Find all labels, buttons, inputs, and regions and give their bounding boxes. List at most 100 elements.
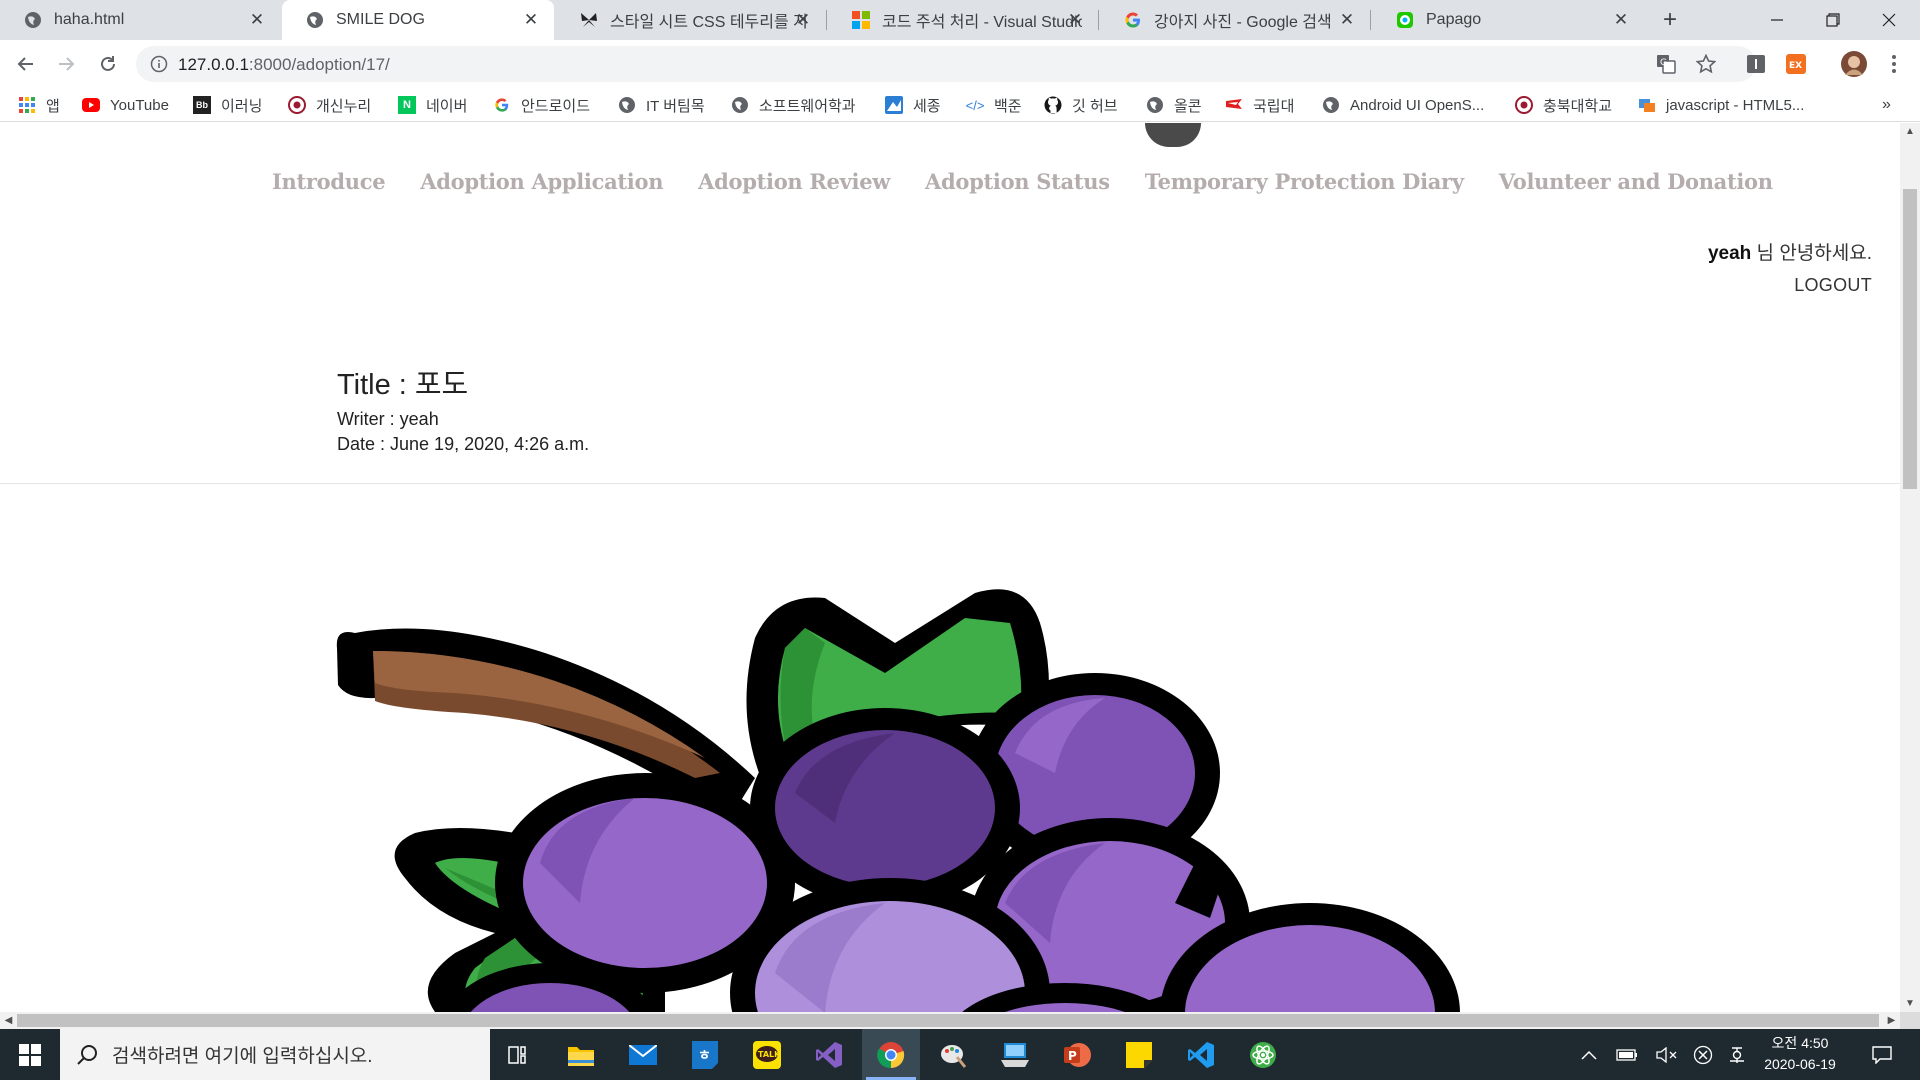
logout-link[interactable]: LOGOUT	[1794, 275, 1872, 296]
windows-start-button[interactable]	[0, 1029, 60, 1080]
close-icon[interactable]: ✕	[1066, 11, 1084, 29]
hancom-icon[interactable]: ㅎ	[676, 1029, 734, 1080]
battery-icon[interactable]	[1612, 1029, 1642, 1080]
extension-ex-icon[interactable]: EX	[1784, 52, 1808, 76]
nav-temporary-protection-diary[interactable]: Temporary Protection Diary	[1145, 169, 1464, 194]
bookmark-national-univ[interactable]: 국립대	[1225, 88, 1294, 122]
bookmark-javascript[interactable]: javascript - HTML5...	[1638, 88, 1804, 122]
bookmark-elearning[interactable]: Bb 이러닝	[193, 88, 262, 122]
bookmark-android-ui[interactable]: Android UI OpenS...	[1322, 88, 1484, 122]
bookmark-naver[interactable]: N 네이버	[398, 88, 467, 122]
star-bookmark-icon[interactable]	[1692, 50, 1720, 78]
new-tab-button[interactable]: +	[1656, 6, 1684, 34]
reload-button[interactable]	[94, 50, 122, 78]
grapes-illustration	[336, 589, 1460, 1012]
bookmark-baekjoon[interactable]: </> 백준	[966, 88, 1022, 122]
microsoft-icon	[852, 11, 870, 29]
tab-visual-studio[interactable]: 코드 주석 처리 - Visual Studio ✕	[828, 0, 1098, 40]
scroll-left-arrow-icon[interactable]: ◀	[0, 1012, 17, 1029]
kakaotalk-icon[interactable]: TALK	[738, 1029, 796, 1080]
bookmark-youtube[interactable]: YouTube	[82, 88, 169, 122]
site-logo[interactable]	[1145, 123, 1201, 147]
nav-adoption-review[interactable]: Adoption Review	[698, 169, 890, 194]
nav-adoption-status[interactable]: Adoption Status	[925, 169, 1110, 194]
visual-studio-icon[interactable]	[800, 1029, 858, 1080]
vscode-icon[interactable]	[1172, 1029, 1230, 1080]
sticky-notes-icon[interactable]	[1110, 1029, 1168, 1080]
atom-icon[interactable]	[1234, 1029, 1292, 1080]
network-error-icon[interactable]	[1688, 1029, 1718, 1080]
forward-button[interactable]	[52, 50, 80, 78]
close-window-button[interactable]	[1862, 0, 1916, 40]
nav-adoption-application[interactable]: Adoption Application	[420, 169, 663, 194]
bookmark-allcon[interactable]: 올콘	[1146, 88, 1202, 122]
horizontal-scrollbar[interactable]: ◀ ▶	[0, 1012, 1900, 1029]
remote-desktop-icon[interactable]	[986, 1029, 1044, 1080]
bookmark-chungbuk[interactable]: 충북대학교	[1515, 88, 1612, 122]
info-icon[interactable]	[150, 55, 168, 73]
bookmark-it[interactable]: IT 버팀목	[618, 88, 705, 122]
back-button[interactable]	[12, 50, 40, 78]
globe-icon	[306, 11, 324, 29]
scroll-up-arrow-icon[interactable]: ▲	[1900, 123, 1920, 140]
close-icon[interactable]: ✕	[1338, 11, 1356, 29]
paint-icon[interactable]	[924, 1029, 982, 1080]
globe-icon	[731, 96, 749, 114]
bookmark-apps[interactable]: 앱	[18, 88, 60, 122]
post-writer: Writer : yeah	[337, 409, 439, 429]
tab-css-border[interactable]: 스타일 시트 CSS 테두리를 지 ✕	[556, 0, 826, 40]
nav-volunteer-donation[interactable]: Volunteer and Donation	[1499, 169, 1773, 194]
tab-google-search[interactable]: 강아지 사진 - Google 검색 ✕	[1100, 0, 1370, 40]
vertical-scroll-thumb[interactable]	[1903, 189, 1917, 489]
svg-text:EX: EX	[1789, 61, 1802, 71]
bookmark-github[interactable]: 깃 허브	[1044, 88, 1118, 122]
extension-i-icon[interactable]	[1744, 52, 1768, 76]
ime-korean-icon[interactable]	[1722, 1029, 1752, 1080]
powerpoint-icon[interactable]: P	[1048, 1029, 1106, 1080]
page-viewport: Introduce Adoption Application Adoption …	[0, 123, 1900, 1012]
chrome-menu-icon[interactable]	[1882, 52, 1906, 76]
horizontal-scroll-thumb[interactable]	[17, 1014, 1879, 1027]
translate-icon[interactable]: G	[1652, 50, 1680, 78]
taskbar-search-box[interactable]: 검색하려면 여기에 입력하십시오.	[60, 1029, 490, 1080]
task-view-icon[interactable]	[490, 1029, 548, 1080]
profile-avatar[interactable]	[1840, 50, 1868, 78]
tab-separator	[1370, 10, 1371, 30]
bookmark-gaesin-nuri[interactable]: 개신누리	[288, 88, 371, 122]
user-greeting: yeah 님 안녕하세요.	[1707, 243, 1872, 264]
code-icon: </>	[965, 97, 985, 113]
minimize-button[interactable]	[1750, 0, 1804, 40]
restore-button[interactable]	[1806, 0, 1860, 40]
tab-papago[interactable]: Papago ✕	[1372, 0, 1644, 40]
tab-haha[interactable]: haha.html ✕	[0, 0, 280, 40]
tab-smile-dog[interactable]: SMILE DOG ✕	[282, 0, 554, 40]
taskbar-clock[interactable]: 오전 4:50 2020-06-19	[1752, 1033, 1848, 1075]
bs-icon: Bb	[193, 96, 211, 114]
close-icon[interactable]: ✕	[1612, 11, 1630, 29]
close-icon[interactable]: ✕	[248, 11, 266, 29]
main-nav: Introduce Adoption Application Adoption …	[272, 169, 1773, 194]
apps-grid-icon	[18, 96, 36, 114]
search-icon	[74, 1042, 100, 1068]
mail-icon[interactable]	[614, 1029, 672, 1080]
bookmark-android[interactable]: 안드로이드	[493, 88, 590, 122]
scrollbar-corner	[1900, 1012, 1920, 1029]
nav-introduce[interactable]: Introduce	[272, 169, 386, 194]
svg-text:G: G	[1660, 58, 1667, 68]
svg-text:ㅎ: ㅎ	[698, 1048, 711, 1064]
vertical-scrollbar[interactable]: ▲ ▼	[1900, 123, 1920, 1012]
bookmark-software[interactable]: 소프트웨어학과	[731, 88, 856, 122]
scroll-right-arrow-icon[interactable]: ▶	[1883, 1012, 1900, 1029]
close-icon[interactable]: ✕	[794, 11, 812, 29]
notification-center-icon[interactable]	[1862, 1029, 1902, 1080]
file-explorer-icon[interactable]	[552, 1029, 610, 1080]
volume-muted-icon[interactable]	[1652, 1029, 1682, 1080]
address-bar[interactable]: 127.0.0.1:8000/adoption/17/	[136, 46, 1756, 82]
chrome-icon[interactable]	[862, 1029, 920, 1080]
scroll-down-arrow-icon[interactable]: ▼	[1900, 995, 1920, 1012]
url-text: 127.0.0.1:8000/adoption/17/	[178, 55, 390, 74]
bookmarks-overflow-button[interactable]: »	[1882, 88, 1891, 122]
bookmark-sejong[interactable]: 세종	[885, 88, 941, 122]
show-hidden-icons-chevron-icon[interactable]	[1574, 1029, 1604, 1080]
close-icon[interactable]: ✕	[522, 11, 540, 29]
